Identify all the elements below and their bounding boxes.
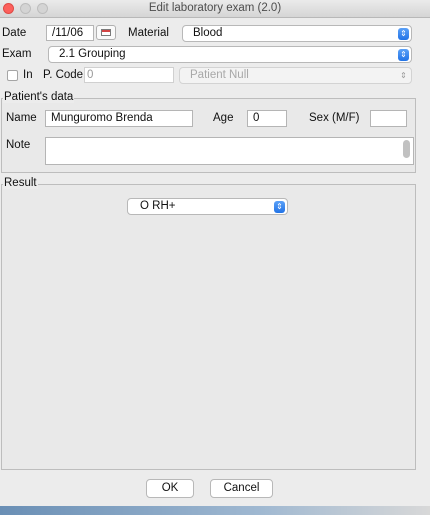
in-label: In (23, 69, 33, 81)
exam-select[interactable]: 2.1 Grouping ⇕ (48, 46, 412, 63)
pcode-field[interactable]: 0 (84, 67, 174, 83)
sex-field[interactable] (370, 110, 407, 127)
result-group (1, 184, 416, 470)
sex-label: Sex (M/F) (309, 112, 360, 124)
name-label: Name (6, 112, 37, 124)
material-select[interactable]: Blood ⇕ (182, 25, 412, 42)
note-label: Note (6, 139, 31, 151)
select-arrows-icon: ⇕ (400, 71, 407, 80)
patient-select[interactable]: Patient Null ⇕ (179, 67, 412, 84)
result-title: Result (3, 177, 38, 189)
window-title: Edit laboratory exam (2.0) (148, 2, 282, 14)
select-arrows-icon: ⇕ (398, 28, 409, 40)
cancel-button[interactable]: Cancel (210, 479, 273, 498)
note-textarea[interactable] (45, 137, 414, 165)
date-field[interactable]: /11/06 (46, 25, 94, 41)
calendar-icon (101, 29, 111, 36)
select-arrows-icon: ⇕ (274, 201, 285, 213)
in-patient-checkbox[interactable] (7, 70, 18, 81)
ok-button[interactable]: OK (146, 479, 194, 498)
material-label: Material (128, 27, 169, 39)
result-select[interactable]: O RH+ ⇕ (127, 198, 288, 215)
age-field[interactable]: 0 (247, 110, 287, 127)
note-scrollbar[interactable] (403, 140, 410, 158)
background-window-strip (0, 506, 430, 515)
calendar-button[interactable] (96, 25, 116, 40)
patient-data-title: Patient's data (3, 91, 75, 103)
date-label: Date (2, 27, 27, 39)
exam-label: Exam (2, 48, 32, 60)
material-select-value: Blood (193, 27, 223, 39)
patient-select-value: Patient Null (190, 69, 249, 81)
window-titlebar: Edit laboratory exam (2.0) (0, 0, 430, 18)
age-label: Age (213, 112, 234, 124)
result-select-value: O RH+ (140, 200, 176, 212)
name-field[interactable]: Munguromo Brenda (45, 110, 193, 127)
select-arrows-icon: ⇕ (398, 49, 409, 61)
pcode-label: P. Code (43, 69, 84, 81)
exam-select-value: 2.1 Grouping (59, 48, 126, 60)
